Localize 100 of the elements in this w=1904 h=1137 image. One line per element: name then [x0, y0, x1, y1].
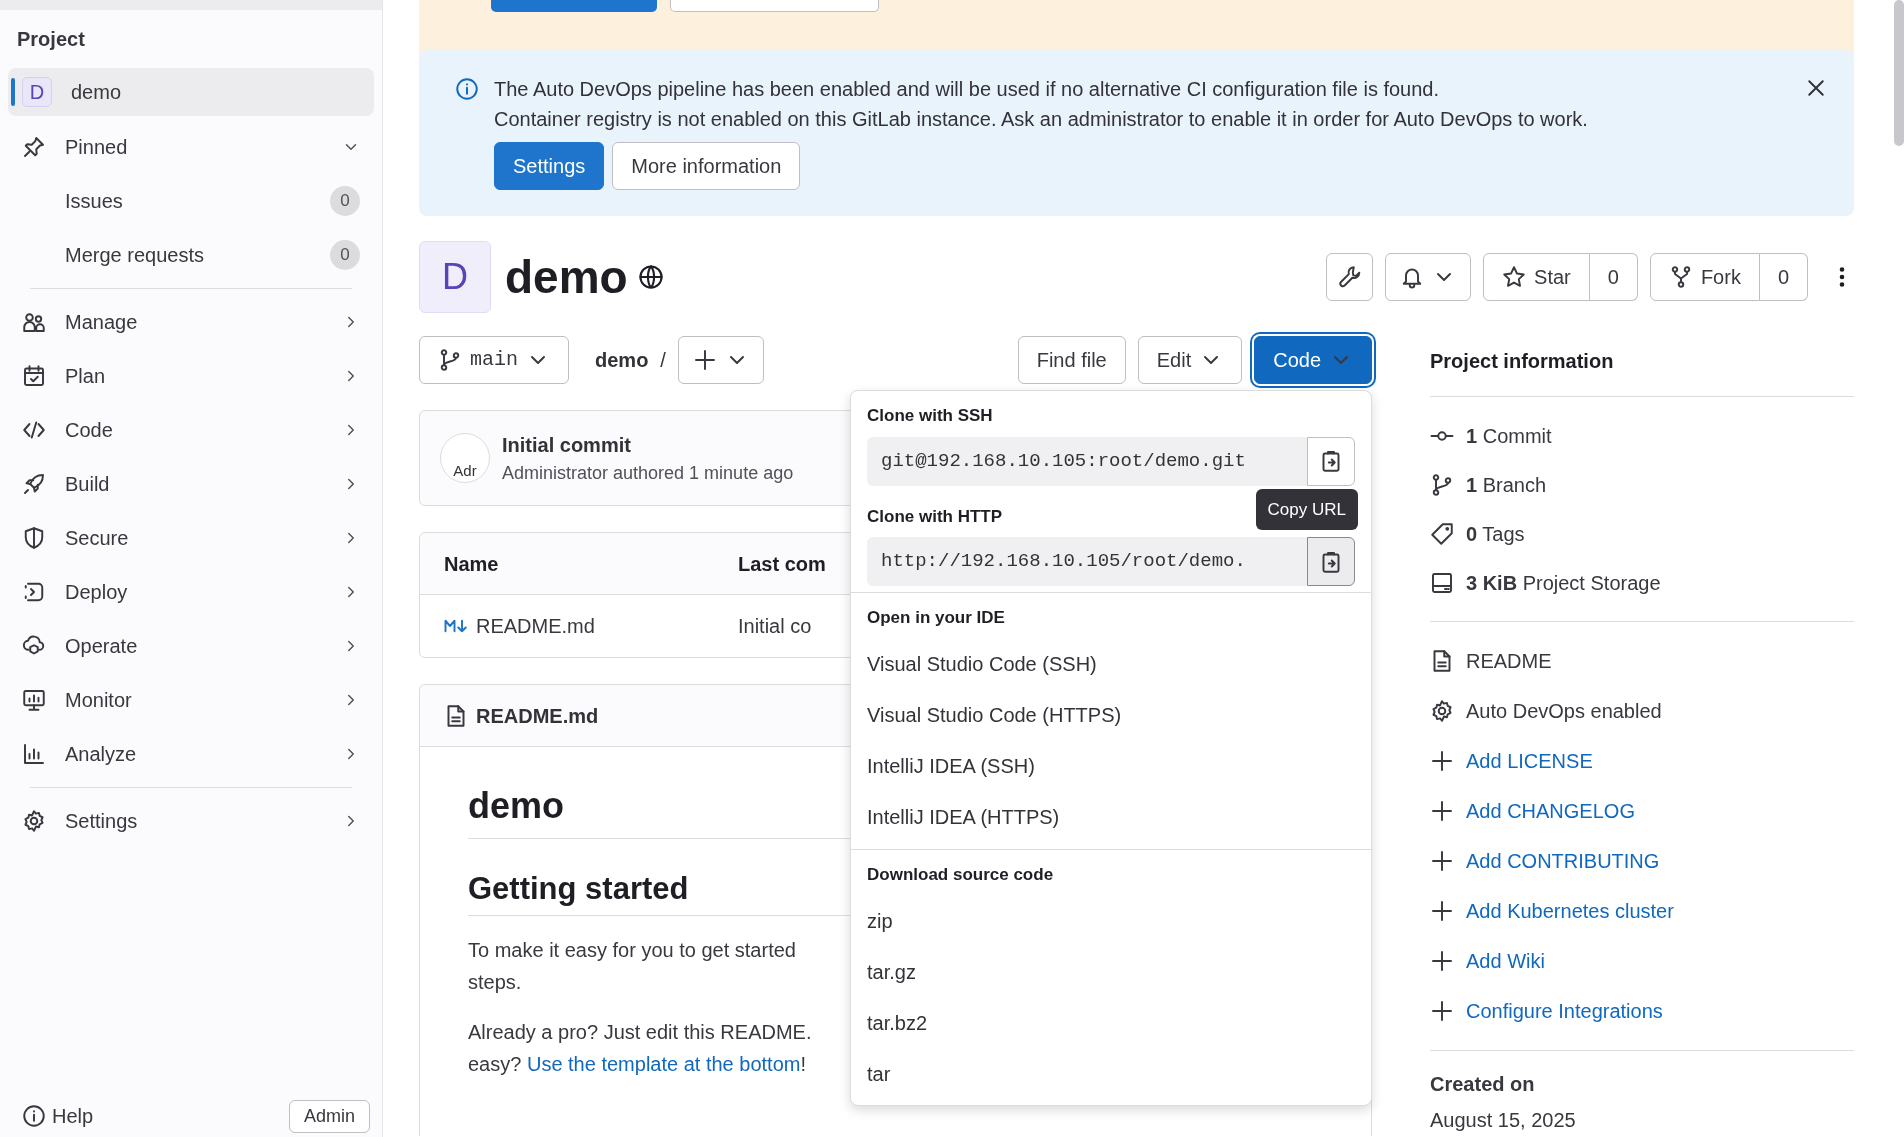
sidebar-item[interactable]: Code [8, 403, 374, 457]
more-information-button[interactable]: More information [612, 142, 801, 190]
count-badge: 0 [330, 240, 360, 270]
shield-icon [22, 526, 46, 550]
section-label: Clone with SSH [866, 405, 994, 427]
add-dropdown[interactable] [677, 336, 764, 384]
clone-url-field[interactable]: git@192.168.10.105:root/demo.git [867, 436, 1307, 486]
menu-item[interactable]: tar.gz [851, 946, 1371, 997]
sidebar-item[interactable]: Secure [8, 511, 374, 565]
rocket-icon [22, 472, 46, 496]
paragraph-line: steps. [468, 970, 522, 996]
plus-icon [1430, 949, 1454, 973]
clone-url-field[interactable]: http://192.168.10.105/root/demo. [867, 537, 1307, 586]
sidebar-item[interactable]: Merge requests 0 [8, 228, 374, 282]
sidebar-item[interactable]: Pinned [8, 120, 374, 174]
menu-item[interactable]: tar.bz2 [851, 997, 1371, 1048]
count-badge: 0 [330, 186, 360, 216]
created-label: Created on [1430, 1072, 1536, 1097]
created-date: August 15, 2025 [1430, 1108, 1577, 1133]
menu-item[interactable]: Visual Studio Code (SSH) [851, 638, 1371, 690]
paragraph-line: easy? Use the template at the bottom! [468, 1052, 806, 1078]
help-link[interactable]: Help [22, 1101, 94, 1131]
fork-count[interactable]: 0 [1759, 253, 1808, 301]
menu-item[interactable]: IntelliJ IDEA (HTTPS) [851, 791, 1371, 843]
help-icon [22, 1104, 46, 1128]
sidebar-item[interactable]: Analyze [8, 727, 374, 781]
project-name: demo [71, 80, 122, 105]
add-link[interactable]: Add Kubernetes cluster [1430, 886, 1854, 936]
add-link[interactable]: Configure Integrations [1430, 986, 1854, 1036]
sidebar-item[interactable]: Build [8, 457, 374, 511]
plus-icon [1430, 799, 1454, 823]
sidebar-title: Project [16, 27, 86, 52]
info-link[interactable]: README [1430, 636, 1854, 686]
tag-icon [1430, 521, 1454, 546]
alert-text: The Auto DevOps pipeline has been enabled and will be used if no alternative CI configuration file is found. [494, 77, 1441, 102]
sidebar-item[interactable]: Issues 0 [8, 174, 374, 228]
panel-title: Project information [1430, 336, 1854, 397]
add-link[interactable]: Add Wiki [1430, 936, 1854, 986]
column-header: Last com [738, 551, 826, 577]
file-link[interactable]: README.md [476, 611, 595, 641]
project-avatar: D [22, 77, 52, 107]
menu-item[interactable]: IntelliJ IDEA (SSH) [851, 740, 1371, 792]
settings-button[interactable] [1326, 253, 1374, 301]
find-file-button[interactable]: Find file [1017, 336, 1126, 384]
template-link[interactable]: Use the template at the bottom [526, 1053, 801, 1076]
table-cell-text: Initial co [738, 614, 812, 639]
plus-icon [1430, 849, 1454, 873]
edit-dropdown[interactable]: Edit [1137, 336, 1243, 384]
info-link[interactable]: Auto DevOps enabled [1430, 686, 1854, 736]
section-label: Clone with HTTP [866, 505, 1004, 528]
menu-item[interactable]: Visual Studio Code (HTTPS) [851, 689, 1371, 741]
commit-meta: authored 1 minute ago [613, 462, 794, 483]
plus-icon [1430, 999, 1454, 1023]
plus-icon [1430, 749, 1454, 773]
settings-icon [1430, 699, 1454, 723]
fork-button[interactable]: Fork [1649, 253, 1760, 301]
sidebar-item[interactable]: Plan [8, 349, 374, 403]
star-count[interactable]: 0 [1589, 253, 1638, 301]
menu-item[interactable]: zip [851, 895, 1371, 946]
branch-icon [438, 348, 462, 372]
stat-link[interactable]: 0 Tags [1430, 509, 1854, 558]
add-link[interactable]: Add CONTRIBUTING [1430, 836, 1854, 886]
commit-title[interactable]: Initial commit [502, 429, 794, 460]
add-link[interactable]: Add LICENSE [1430, 736, 1854, 786]
paragraph-line: To make it easy for you to get started [468, 938, 796, 964]
project-avatar: D [419, 241, 491, 313]
stat-link[interactable]: 1 Commit [1430, 411, 1854, 460]
sidebar-item[interactable]: Deploy [8, 565, 374, 619]
alert-text: Container registry is not enabled on this GitLab instance. Ask an administrator to enable it in order for Auto DevOps to work. [494, 107, 1588, 132]
star-button[interactable]: Star [1483, 253, 1590, 301]
sidebar-item[interactable]: Manage [8, 295, 374, 349]
storage-icon [1430, 570, 1454, 595]
bar-chart-icon [22, 742, 46, 766]
notification-button[interactable] [1385, 253, 1472, 301]
star-icon [1502, 265, 1527, 289]
avatar: Adr [440, 433, 490, 483]
copy-button[interactable] [1307, 436, 1355, 486]
stat-link[interactable]: 1 Branch [1430, 460, 1854, 509]
sidebar-project-item[interactable]: D demo [8, 68, 374, 116]
plus-icon [1430, 899, 1454, 923]
menu-item[interactable]: tar [851, 1048, 1371, 1099]
path-separator: / [660, 348, 666, 373]
tooltip: Copy URL [1255, 488, 1358, 530]
branch-dropdown[interactable]: main [419, 336, 569, 384]
monitor-icon [22, 688, 46, 712]
project-title: demo [505, 249, 628, 305]
plus-icon [692, 348, 717, 372]
add-link[interactable]: Add CHANGELOG [1430, 786, 1854, 836]
settings-button[interactable]: Settings [494, 142, 605, 190]
section-label: Download source code [866, 863, 1055, 886]
admin-button[interactable]: Admin [288, 1099, 370, 1133]
breadcrumb-link[interactable]: demo [595, 345, 649, 375]
section-label: Open in your IDE [866, 607, 1006, 629]
globe-icon [637, 264, 664, 290]
stat-link[interactable]: 3 KiB Project Storage [1430, 558, 1854, 607]
info-icon [455, 77, 479, 101]
sidebar-item[interactable]: Monitor [8, 673, 374, 727]
sidebar-item[interactable]: Settings [8, 794, 374, 848]
author-link[interactable]: Administrator [502, 462, 609, 483]
sidebar-item[interactable]: Operate [8, 619, 374, 673]
